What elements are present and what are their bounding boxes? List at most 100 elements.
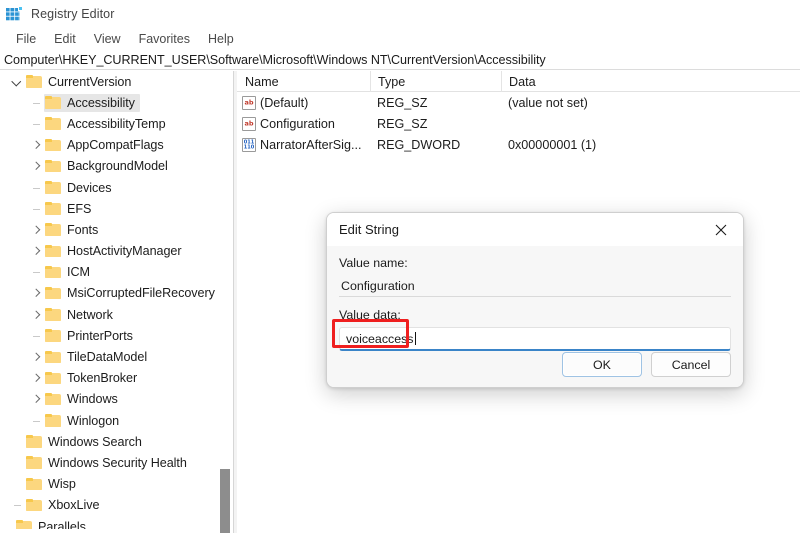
cancel-button[interactable]: Cancel [651,352,731,377]
menu-help[interactable]: Help [199,31,243,48]
tree-item-network[interactable]: Network [0,304,233,325]
tree-item-currentversion[interactable]: CurrentVersion [0,71,233,92]
folder-icon [26,75,43,88]
cell-data [501,113,800,134]
tree-connector [10,474,25,495]
tree-item-label: EFS [67,201,92,216]
folder-icon [45,117,62,130]
tree-item-label: Windows [67,392,118,407]
ok-button[interactable]: OK [562,352,642,377]
folder-icon [45,414,62,427]
cell-name: 011 110 NarratorAfterSig... [237,135,370,156]
reg-sz-icon: ab [242,116,256,131]
folder-icon [45,371,62,385]
tree-item-content: Network [44,306,118,324]
menu-edit[interactable]: Edit [45,31,85,48]
chevron-right-icon[interactable] [29,389,44,410]
tree-item-accessibility[interactable]: Accessibility [0,92,233,113]
tree-item-hostactivitymanager[interactable]: HostActivityManager [0,241,233,262]
tree-item-icm[interactable]: ICM [0,262,233,283]
tree-item-devices[interactable]: Devices [0,177,233,198]
registry-values-list: ab (Default) REG_SZ (value not set) ab Config… [237,92,800,156]
tree-item-content: TokenBroker [44,369,142,387]
tree-item-content: Windows Search [25,433,147,451]
chevron-right-icon[interactable] [29,368,44,389]
value-name-input[interactable]: Configuration [339,275,731,297]
folder-icon [45,223,62,236]
menu-bar: File Edit View Favorites Help [0,28,800,50]
tree-item-msicorruptedfilerecovery[interactable]: MsiCorruptedFileRecovery [0,283,233,304]
tree-item-content: BackgroundModel [44,157,173,175]
tree-item-label: Windows Security Health [48,455,187,470]
tree-item-appcompatflags[interactable]: AppCompatFlags [0,135,233,156]
tree-item-label: Fonts [67,222,99,237]
tree-item-label: MsiCorruptedFileRecovery [67,286,215,301]
column-header-type[interactable]: Type [370,71,501,92]
chevron-right-icon[interactable] [29,283,44,304]
tree-item-accessibilitytemp[interactable]: AccessibilityTemp [0,113,233,134]
tree-item-tokenbroker[interactable]: TokenBroker [0,368,233,389]
table-row[interactable]: ab (Default) REG_SZ (value not set) [237,92,800,113]
tree-item-label: Winlogon [67,413,120,428]
chevron-right-icon[interactable] [29,241,44,262]
column-header-name[interactable]: Name [237,71,370,92]
tree-item-content: Wisp [25,475,81,493]
folder-icon [26,498,43,512]
tree-item-printerports[interactable]: PrinterPorts [0,325,233,346]
registry-tree-panel[interactable]: CurrentVersion Accessibility Accessibility… [0,71,234,533]
tree-connector [29,92,44,113]
tree-bottom-clip [0,529,233,533]
folder-icon [45,244,62,258]
tree-item-wisp[interactable]: Wisp [0,474,233,495]
tree-item-content: AppCompatFlags [44,136,169,154]
tree-item-winlogon[interactable]: Winlogon [0,410,233,431]
table-row[interactable]: ab Configuration REG_SZ [237,113,800,134]
tree-item-windows[interactable]: Windows [0,389,233,410]
value-name-text: Configuration [341,278,415,293]
chevron-right-icon[interactable] [29,304,44,325]
tree-item-windows-security-health[interactable]: Windows Security Health [0,452,233,473]
table-row[interactable]: 011 110 NarratorAfterSig... REG_DWORD 0x0000… [237,135,800,156]
folder-icon [26,477,43,491]
folder-icon [45,286,62,300]
chevron-right-icon[interactable] [29,219,44,240]
tree-item-label: PrinterPorts [67,328,133,343]
tree-connector [10,431,25,452]
tree-item-label: TokenBroker [67,371,138,386]
folder-icon [45,181,62,194]
reg-dword-icon: 011 110 [242,138,256,153]
chevron-right-icon[interactable] [29,156,44,177]
tree-scrollbar-thumb[interactable] [220,469,230,533]
close-icon[interactable] [699,213,743,246]
tree-item-content: Winlogon [44,412,124,430]
tree-item-windows-search[interactable]: Windows Search [0,431,233,452]
chevron-right-icon[interactable] [29,347,44,368]
edit-string-dialog: Edit String Value name: Configuration Va… [326,212,744,388]
folder-icon [45,265,62,279]
chevron-down-icon[interactable] [10,71,25,92]
tree-item-content: Fonts [44,221,103,239]
tree-item-label: CurrentVersion [48,74,132,89]
menu-view[interactable]: View [85,31,130,48]
tree-vertical-scrollbar[interactable] [219,71,232,533]
column-header-data[interactable]: Data [501,71,800,92]
folder-icon [45,350,62,364]
window-title: Registry Editor [31,7,115,21]
chevron-right-icon[interactable] [29,135,44,156]
dialog-buttons: OK Cancel [562,352,731,377]
tree-item-label: TileDataModel [67,350,148,365]
tree-item-efs[interactable]: EFS [0,198,233,219]
folder-icon [45,308,62,321]
value-data-input[interactable]: voiceaccess [339,327,731,351]
dialog-body: Value name: Configuration Value data: vo… [327,246,743,387]
value-data-label: Value data: [339,308,401,322]
menu-favorites[interactable]: Favorites [130,31,199,48]
tree-item-backgroundmodel[interactable]: BackgroundModel [0,156,233,177]
address-bar[interactable]: Computer\HKEY_CURRENT_USER\Software\Micr… [0,50,800,70]
tree-item-content: HostActivityManager [44,242,187,260]
menu-file[interactable]: File [7,31,45,48]
tree-item-tiledatamodel[interactable]: TileDataModel [0,346,233,367]
tree-item-xboxlive[interactable]: XboxLive [0,495,233,516]
tree-connector [29,325,44,346]
tree-item-fonts[interactable]: Fonts [0,219,233,240]
